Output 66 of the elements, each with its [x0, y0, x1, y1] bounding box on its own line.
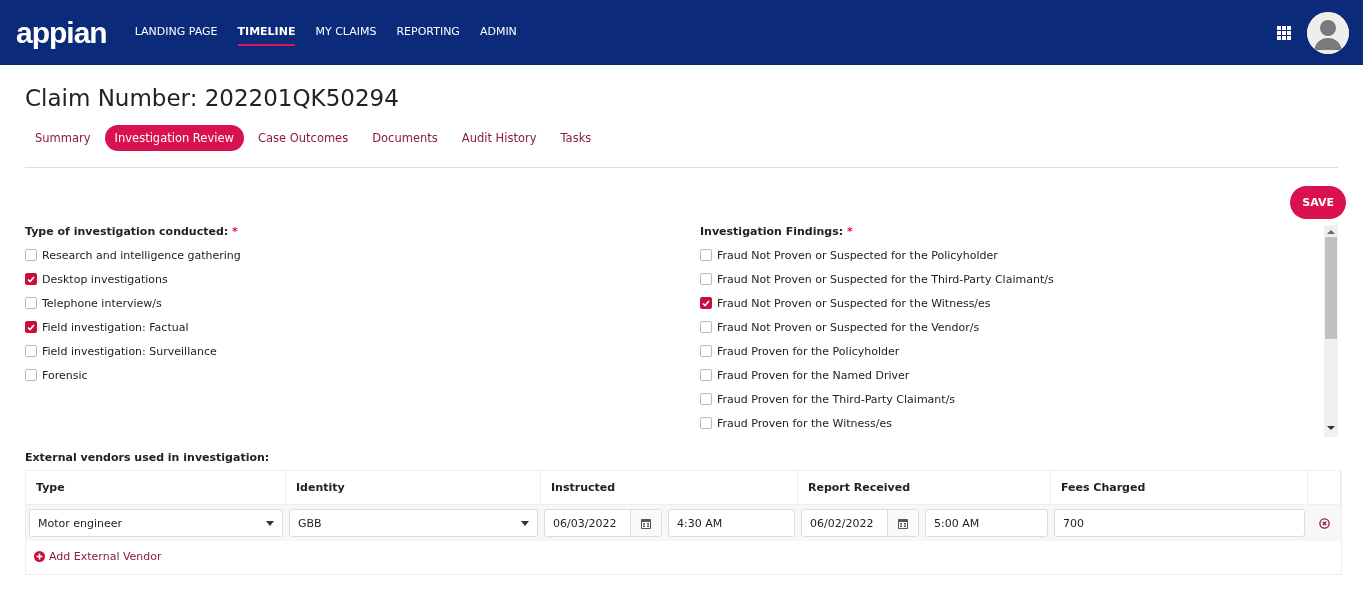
type-select[interactable]: Motor engineer [29, 509, 283, 537]
checkbox-label: Fraud Not Proven or Suspected for the Vendor/s [717, 320, 980, 334]
caret-icon [521, 520, 529, 526]
save-button[interactable]: SAVE [1290, 186, 1346, 219]
required-mark: * [232, 225, 238, 238]
checkbox[interactable] [25, 297, 37, 309]
calendar-icon[interactable] [641, 517, 651, 529]
scroll-up-icon[interactable] [1327, 229, 1335, 235]
checkbox-label: Fraud Proven for the Third-Party Claimant/s [717, 392, 956, 406]
checkbox-label: Field investigation: Factual [42, 320, 189, 334]
checkbox-label: Desktop investigations [42, 272, 168, 286]
nav-link[interactable]: MY CLAIMS [315, 19, 377, 46]
nav-link[interactable]: REPORTING [396, 19, 460, 46]
section-label: External vendors used in investigation: [25, 451, 271, 464]
checkbox[interactable] [25, 321, 37, 333]
tab[interactable]: Case Outcomes [247, 125, 359, 151]
time-field[interactable]: 5:00 AM [925, 509, 1048, 537]
fees-field[interactable]: 700 [1054, 509, 1305, 537]
tab[interactable]: Summary [25, 125, 101, 151]
field-label: Investigation Findings: [700, 225, 844, 238]
nav-link[interactable]: TIMELINE [237, 19, 296, 46]
identity-select[interactable]: GBB [289, 509, 538, 537]
checkbox-label: Forensic [42, 368, 88, 382]
checkbox-label: Field investigation: Surveillance [42, 344, 217, 358]
checkbox-label: Research and intelligence gathering [42, 248, 241, 262]
checkbox-label: Fraud Proven for the Named Driver [717, 368, 910, 382]
checkbox[interactable] [25, 369, 37, 381]
tab[interactable]: Audit History [451, 125, 547, 151]
remove-icon[interactable] [1319, 517, 1330, 529]
date-field[interactable]: 06/02/2022 [801, 509, 919, 537]
tab[interactable]: Documents [362, 125, 448, 151]
required-mark: * [846, 225, 853, 238]
checkbox[interactable] [25, 249, 37, 261]
field-label: Type of investigation conducted: [25, 225, 229, 238]
checkbox[interactable] [700, 393, 712, 405]
app-grid-icon[interactable] [1277, 25, 1291, 40]
checkbox-label: Fraud Proven for the Witness/es [717, 416, 893, 430]
time-field[interactable]: 4:30 AM [668, 509, 795, 537]
calendar-icon[interactable] [898, 517, 908, 529]
tab[interactable]: Investigation Review [104, 125, 244, 151]
checkbox[interactable] [700, 369, 712, 381]
tab[interactable]: Tasks [550, 125, 602, 151]
checkbox-label: Fraud Not Proven or Suspected for the Witness/es [717, 296, 991, 310]
avatar-icon[interactable] [1307, 11, 1349, 54]
checkbox-label: Fraud Proven for the Policyholder [717, 344, 900, 358]
checkbox[interactable] [700, 345, 712, 357]
checkbox[interactable] [700, 249, 712, 261]
logo[interactable]: appian [16, 15, 107, 50]
checkbox-label: Fraud Not Proven or Suspected for the Third-Party Claimant/s [717, 272, 1054, 286]
checkbox[interactable] [700, 417, 712, 429]
checkbox-label: Telephone interview/s [42, 296, 162, 310]
nav-link[interactable]: ADMIN [479, 19, 517, 46]
checkbox-label: Fraud Not Proven or Suspected for the Policyholder [717, 248, 998, 262]
nav-link[interactable]: LANDING PAGE [134, 19, 218, 46]
checkbox[interactable] [700, 273, 712, 285]
checkbox[interactable] [25, 273, 37, 285]
checkbox[interactable] [700, 321, 712, 333]
date-field[interactable]: 06/03/2022 [544, 509, 662, 537]
checkbox[interactable] [700, 297, 712, 309]
page-title: Claim Number: 202201QK50294 [25, 85, 400, 111]
caret-icon [266, 520, 274, 526]
checkbox[interactable] [25, 345, 37, 357]
plus-icon [34, 551, 45, 562]
scroll-down-icon[interactable] [1327, 425, 1335, 431]
add-vendor-link[interactable]: Add External Vendor [34, 550, 162, 563]
scrollbar[interactable] [1324, 225, 1338, 437]
